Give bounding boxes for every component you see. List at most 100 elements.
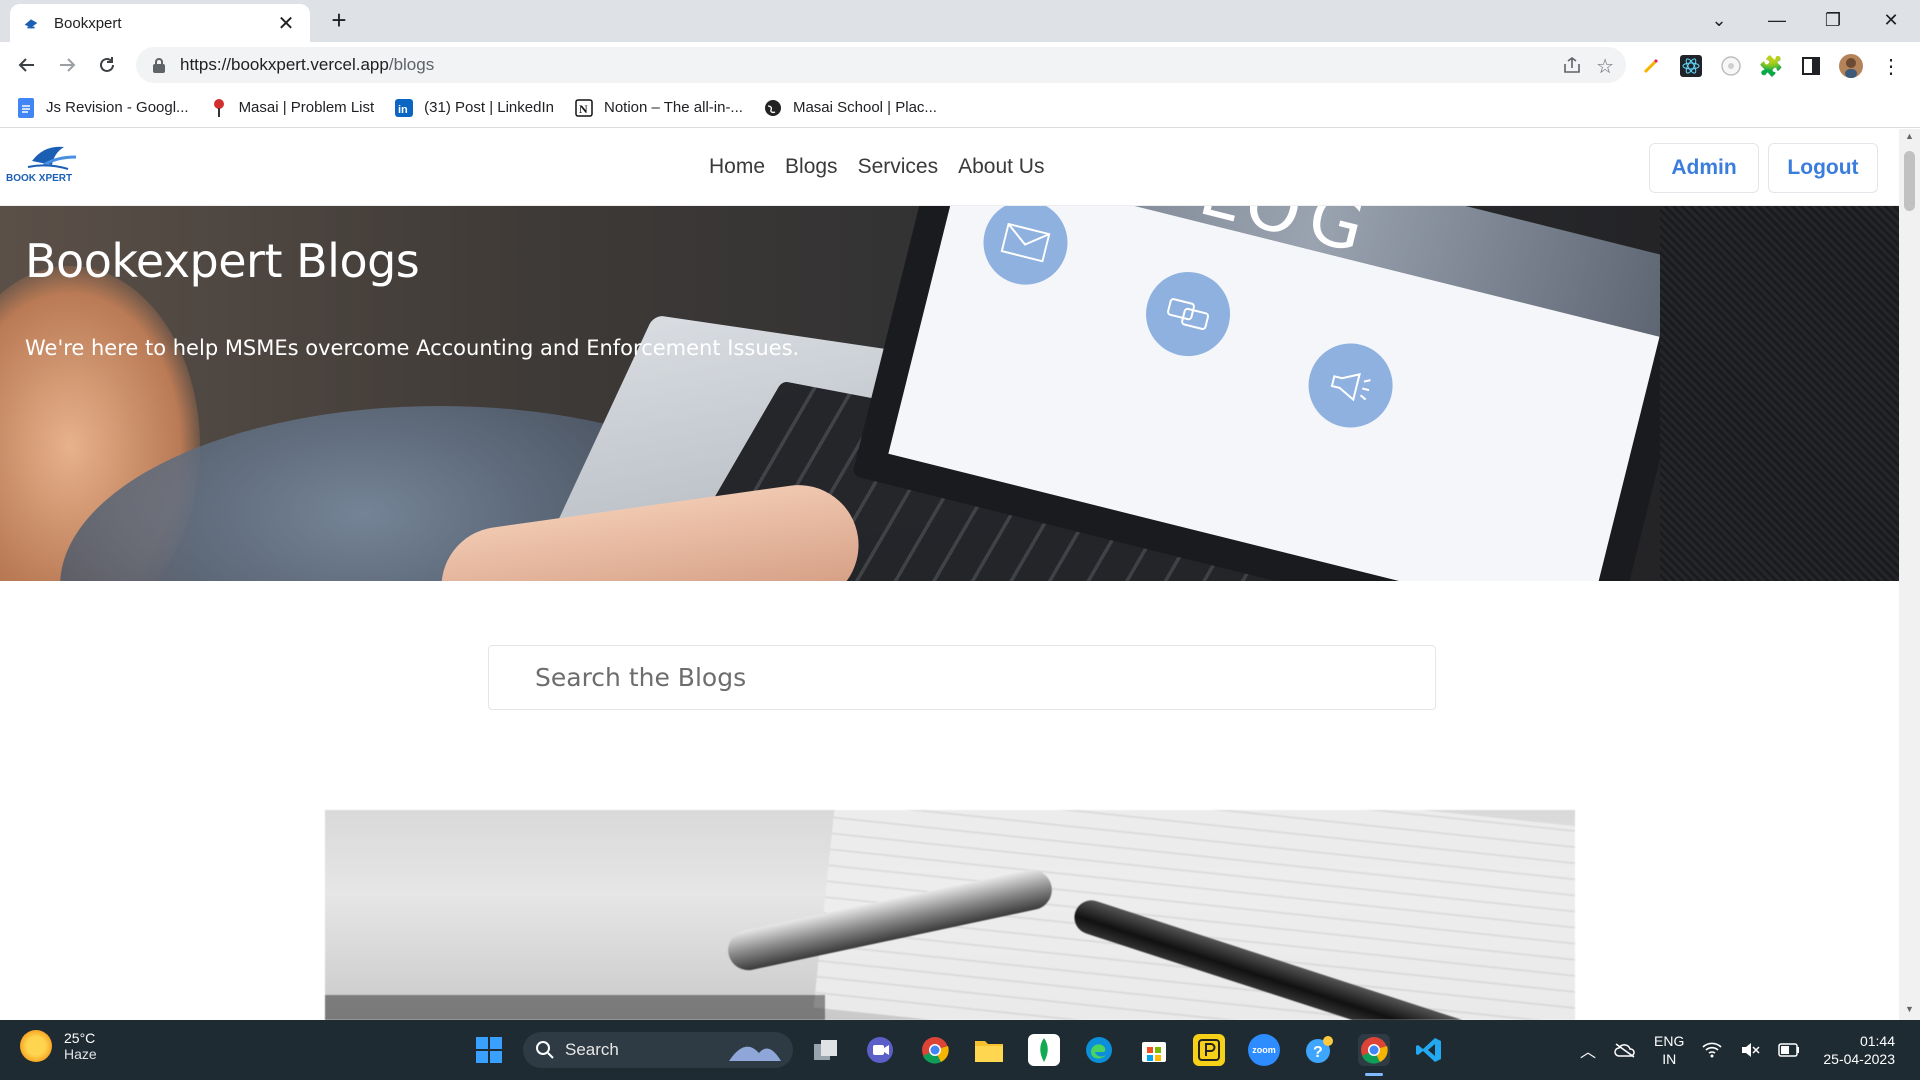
battery-icon[interactable] [1778,1043,1800,1057]
lock-icon [153,58,165,73]
chrome-icon[interactable] [919,1034,951,1066]
svg-text:?: ? [1313,1044,1323,1061]
clock-date: 25-04-2023 [1823,1051,1895,1067]
bookmark-masai-placement[interactable]: Masai School | Plac... [763,98,937,118]
bookmark-label: Js Revision - Googl... [46,99,189,116]
main-menu: Home Blogs Services About Us [709,155,1044,179]
language-indicator[interactable]: ENG IN [1654,1032,1684,1068]
taskbar-search-label: Search [565,1040,619,1059]
google-docs-icon [16,97,36,118]
teams-chat-icon[interactable] [864,1034,896,1066]
site-navbar: BOOK XPERT Home Blogs Services About Us … [0,129,1899,206]
react-devtools-icon[interactable] [1678,53,1704,79]
web-page: BOOK XPERT Home Blogs Services About Us … [0,129,1899,1020]
bookmarks-bar: Js Revision - Googl... Masai | Problem L… [0,88,1920,128]
blog-card-image[interactable] [325,810,1575,1020]
scroll-down-icon[interactable]: ▼ [1899,1004,1920,1020]
weather-condition: Haze [64,1046,97,1062]
extensions-puzzle-icon[interactable]: 🧩 [1758,53,1784,79]
clock-time: 01:44 [1859,1033,1895,1049]
address-bar[interactable]: https://bookxpert.vercel.app/blogs ☆ [136,47,1626,83]
admin-button[interactable]: Admin [1649,143,1759,193]
chat-icon [1137,263,1239,365]
speaker-muted-icon[interactable] [1740,1042,1760,1058]
tab-close-icon[interactable]: ✕ [274,11,298,36]
linkedin-icon: in [394,98,414,118]
bookmark-js-revision[interactable]: Js Revision - Googl... [16,97,189,118]
logo-wordmark: BOOK XPERT [6,173,73,184]
taskbar-clock[interactable]: 01:44 25-04-2023 [1815,1032,1895,1068]
vscode-icon[interactable] [1413,1034,1445,1066]
nav-about-us[interactable]: About Us [958,155,1044,179]
nav-home[interactable]: Home [709,155,765,179]
megaphone-icon [1299,334,1402,437]
edge-icon[interactable] [1083,1034,1115,1066]
blog-image-shadow [325,995,825,1020]
extension-circle-icon[interactable] [1718,53,1744,79]
hero-photo-texture [1660,206,1899,581]
close-window-button[interactable]: ✕ [1866,0,1916,40]
haze-sun-icon [20,1030,52,1062]
bookmark-notion[interactable]: N Notion – The all-in-... [574,98,743,118]
tab-search-icon[interactable]: ⌄ [1694,0,1744,40]
hero-subtitle: We're here to help MSMEs overcome Accoun… [25,336,800,360]
browser-menu-icon[interactable]: ⋮ [1878,53,1904,79]
system-tray: ︿ ENG IN [1580,1020,1800,1080]
zoom-icon[interactable]: zoom [1248,1034,1280,1066]
browser-tab[interactable]: Bookxpert ✕ [10,4,310,42]
active-app-indicator [1365,1073,1383,1076]
taskbar-search[interactable]: Search [523,1032,793,1068]
chrome-active-icon[interactable] [1358,1034,1390,1066]
side-panel-icon[interactable] [1798,53,1824,79]
mail-icon [974,206,1077,294]
tray-overflow-chevron-icon[interactable]: ︿ [1580,1038,1596,1062]
nav-services[interactable]: Services [858,155,939,179]
new-tab-button[interactable]: + [324,6,354,36]
logout-button[interactable]: Logout [1768,143,1878,193]
hero-title: Bookexpert Blogs [25,234,420,288]
bookmark-star-icon[interactable]: ☆ [1596,54,1614,79]
url-path: /blogs [388,55,435,74]
mongodb-compass-icon[interactable] [1028,1034,1060,1066]
reload-button[interactable] [92,50,122,80]
restore-button[interactable]: ❐ [1808,0,1858,40]
start-windows-icon[interactable] [473,1034,505,1066]
globe-icon [763,98,783,118]
bookxpert-favicon-icon [24,19,38,29]
wifi-icon[interactable] [1702,1042,1722,1058]
hero-banner: LOG Bookexpert Blogs We're here to help … [0,206,1899,581]
scrollbar-thumb[interactable] [1904,151,1915,211]
profile-avatar[interactable] [1838,53,1864,79]
page-scrollbar[interactable]: ▲ ▼ [1899,129,1920,1020]
nav-blogs[interactable]: Blogs [785,155,838,179]
bookmark-linkedin[interactable]: in (31) Post | LinkedIn [394,98,554,118]
bookmark-masai-problem-list[interactable]: Masai | Problem List [209,98,375,118]
svg-text:N: N [579,102,588,116]
task-view-icon[interactable] [810,1034,842,1066]
scroll-up-icon[interactable]: ▲ [1899,131,1920,147]
blog-search-input[interactable] [488,645,1436,710]
onedrive-offline-icon[interactable] [1614,1042,1636,1058]
book-logo-icon [27,146,77,170]
bookmark-label: Masai | Problem List [238,99,375,116]
tab-bar: Bookxpert ✕ + ⌄ — ❐ ✕ [0,0,1920,42]
back-button[interactable] [12,50,42,80]
microsoft-store-icon[interactable] [1138,1034,1170,1066]
bookxpert-logo[interactable]: BOOK XPERT [6,143,86,191]
lang-code: ENG [1654,1033,1685,1049]
weather-widget[interactable]: 25°C Haze [20,1030,97,1062]
bookmark-label: Masai School | Plac... [792,99,937,116]
file-explorer-icon[interactable] [973,1034,1005,1066]
forward-button[interactable] [52,50,82,80]
reload-icon [100,57,114,72]
minimize-button[interactable]: — [1752,0,1802,40]
postman-p-icon[interactable] [1193,1034,1225,1066]
bookmark-label: Notion – The all-in-... [603,99,743,116]
help-tips-icon[interactable]: ? [1303,1034,1335,1066]
back-arrow-icon [18,58,34,72]
svg-text:in: in [398,104,408,116]
search-highlight-icon [729,1046,781,1061]
extension-pen-icon[interactable] [1638,53,1664,79]
notion-icon: N [574,98,594,118]
share-icon[interactable] [1562,56,1582,79]
